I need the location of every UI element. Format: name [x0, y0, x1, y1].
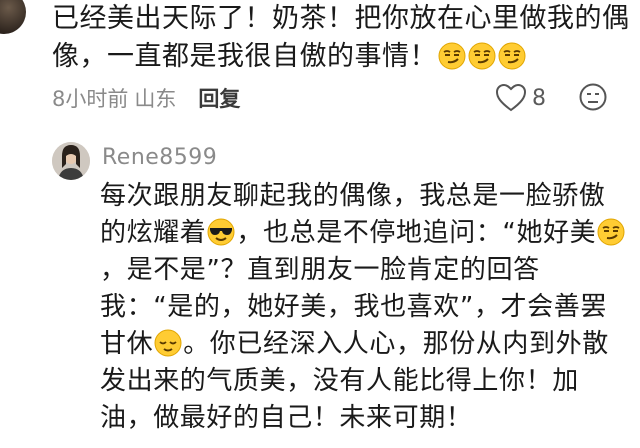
comment-text: 每次跟朋友聊起我的偶像，我总是一脸骄傲的炫耀着 ，也总是不停地追问：“她好美，是不… — [100, 178, 630, 437]
username[interactable]: Rene8599 — [102, 145, 217, 170]
comment-location: 山东 — [134, 87, 177, 111]
smirk-emoji-icon — [597, 218, 625, 246]
like-count: 8 — [532, 85, 546, 111]
reply-button[interactable]: 回复 — [198, 83, 240, 113]
comment-text-body: 已经美出天际了！奶茶！把你放在心里做我的偶像，一直都是我很自傲的事情！ — [52, 3, 630, 72]
heart-icon — [496, 84, 526, 112]
smirk-emoji-icon — [498, 42, 526, 70]
dislike-button[interactable] — [579, 83, 607, 115]
comment-time: 8小时前 — [52, 87, 129, 111]
relieved-emoji-icon — [154, 329, 182, 357]
user-photo-icon — [52, 142, 90, 180]
smirk-emoji-icon — [468, 42, 496, 70]
like-button[interactable]: 8 — [496, 84, 546, 112]
comment-text: 已经美出天际了！奶茶！把你放在心里做我的偶像，一直都是我很自傲的事情！ — [52, 0, 632, 76]
sunglasses-emoji-icon — [207, 218, 235, 246]
avatar[interactable] — [0, 0, 26, 34]
unhappy-face-icon — [579, 83, 607, 111]
avatar[interactable] — [52, 142, 90, 180]
smirk-emoji-icon — [438, 42, 466, 70]
comment-text-segment: ，也总是不停地追问：“她好美 — [236, 218, 597, 248]
